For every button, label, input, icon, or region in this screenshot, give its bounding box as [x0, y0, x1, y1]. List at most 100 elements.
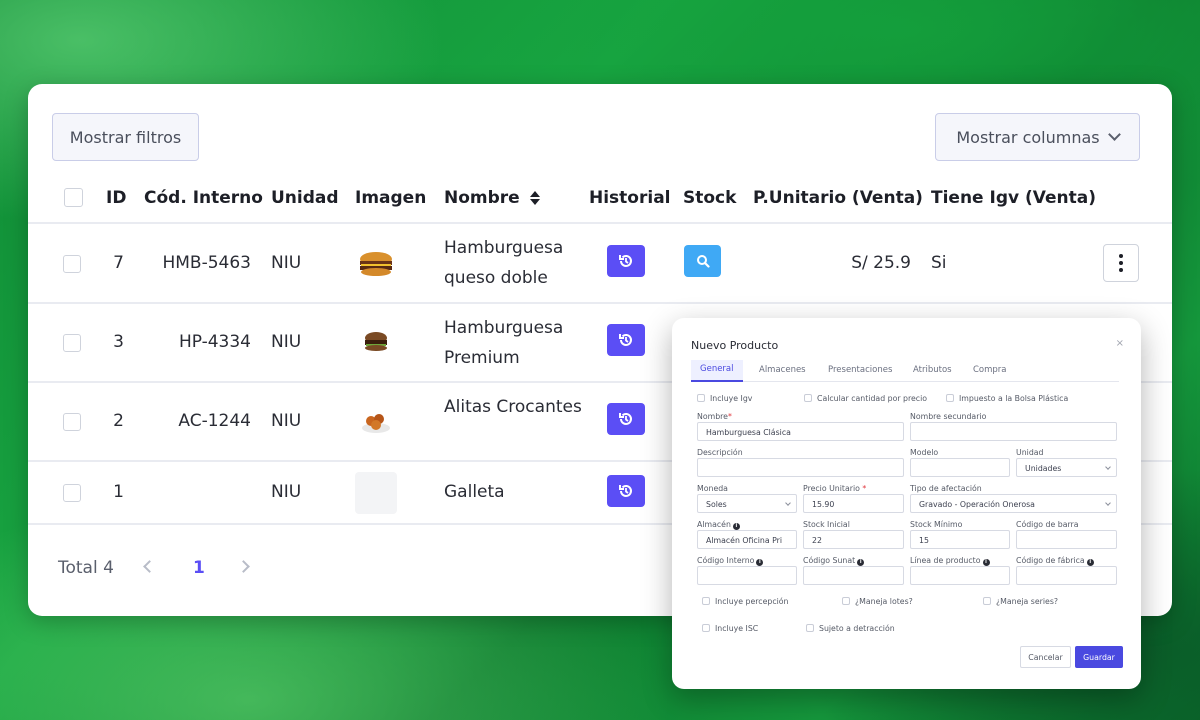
unidad-select[interactable]: Unidades: [1016, 458, 1117, 477]
moneda-select[interactable]: Soles: [697, 494, 797, 513]
history-icon: [619, 484, 632, 497]
row-name: Galleta: [444, 482, 505, 502]
codigo-fabrica-label: Código de fábrica i: [1016, 556, 1094, 566]
codigo-fabrica-input[interactable]: [1016, 566, 1117, 585]
info-icon: i: [982, 559, 990, 566]
stock-inicial-label: Stock Inicial: [803, 520, 850, 529]
nombre-input[interactable]: Hamburguesa Clásica: [697, 422, 904, 441]
row-checkbox[interactable]: [63, 413, 81, 431]
tab-compra[interactable]: Compra: [973, 365, 1007, 375]
row-id: 7: [113, 253, 124, 273]
almacen-label: Almacén i: [697, 520, 740, 530]
more-options-button[interactable]: [1103, 244, 1139, 282]
tab-almacenes[interactable]: Almacenes: [759, 365, 806, 375]
calc-cantidad-label: Calcular cantidad por precio: [817, 394, 928, 403]
header-name-sortable[interactable]: Nombre: [444, 188, 540, 208]
new-product-modal: Nuevo Producto × General Almacenes Prese…: [672, 318, 1141, 689]
show-filters-button[interactable]: Mostrar filtros: [52, 113, 199, 161]
row-checkbox[interactable]: [63, 334, 81, 352]
lotes-checkbox[interactable]: [842, 597, 850, 605]
show-filters-label: Mostrar filtros: [69, 127, 182, 147]
precio-input[interactable]: 15.90: [803, 494, 904, 513]
table-row[interactable]: 7 HMB-5463 NIU Hamburguesa queso doble S…: [28, 224, 1172, 304]
linea-producto-input[interactable]: [910, 566, 1010, 585]
history-button[interactable]: [607, 475, 645, 507]
history-icon: [619, 412, 632, 425]
table-header: ID Cód. Interno Unidad Imagen Nombre His…: [28, 172, 1172, 224]
row-name: Hamburguesa Premium: [444, 318, 564, 368]
header-unit[interactable]: Unidad: [271, 188, 339, 208]
save-button[interactable]: Guardar: [1075, 646, 1123, 668]
series-label: ¿Maneja series?: [996, 597, 1059, 606]
modelo-input[interactable]: [910, 458, 1010, 477]
header-name: Nombre: [444, 188, 520, 208]
codigo-barra-input[interactable]: [1016, 530, 1117, 549]
history-button[interactable]: [607, 324, 645, 356]
row-code: HP-4334: [178, 332, 251, 352]
almacen-select[interactable]: Almacén Oficina Pri: [697, 530, 797, 549]
afectacion-select[interactable]: Gravado - Operación Onerosa: [910, 494, 1117, 513]
header-igv[interactable]: Tiene Igv (Venta): [931, 188, 1096, 208]
unidad-label: Unidad: [1016, 448, 1044, 457]
row-checkbox[interactable]: [63, 484, 81, 502]
header-stock[interactable]: Stock: [683, 188, 736, 208]
total-count: Total 4: [58, 558, 114, 578]
descripcion-label: Descripción: [697, 448, 743, 457]
select-all-checkbox[interactable]: [64, 188, 83, 207]
bolsa-plastica-label: Impuesto a la Bolsa Plástica: [959, 394, 1069, 403]
tab-general[interactable]: General: [691, 360, 743, 382]
header-internal-code[interactable]: Cód. Interno: [144, 188, 263, 208]
chevron-down-icon: [785, 500, 791, 506]
codigo-sunat-label: Código Sunat i: [803, 556, 865, 566]
moneda-label: Moneda: [697, 484, 728, 493]
modal-title: Nuevo Producto: [691, 339, 779, 352]
descripcion-input[interactable]: [697, 458, 904, 477]
header-unit-price[interactable]: P.Unitario (Venta): [753, 188, 923, 208]
calc-cantidad-checkbox[interactable]: [804, 394, 812, 402]
row-unit: NIU: [271, 253, 302, 273]
chevron-down-icon: [1105, 500, 1111, 506]
history-icon: [619, 254, 632, 267]
row-unit: NIU: [271, 332, 302, 352]
tab-presentaciones[interactable]: Presentaciones: [828, 365, 892, 375]
row-id: 2: [113, 411, 124, 431]
codigo-interno-input[interactable]: [697, 566, 797, 585]
close-icon[interactable]: ×: [1116, 338, 1124, 349]
bolsa-plastica-checkbox[interactable]: [946, 394, 954, 402]
header-history[interactable]: Historial: [589, 188, 671, 208]
isc-checkbox[interactable]: [702, 624, 710, 632]
cancel-button[interactable]: Cancelar: [1020, 646, 1071, 668]
incluye-igv-checkbox[interactable]: [697, 394, 705, 402]
row-price: S/ 25.9: [851, 253, 911, 273]
detraccion-label: Sujeto a detracción: [819, 624, 895, 633]
tab-atributos[interactable]: Atributos: [913, 365, 952, 375]
stock-minimo-input[interactable]: 15: [910, 530, 1010, 549]
isc-label: Incluye ISC: [715, 624, 759, 633]
percepcion-checkbox[interactable]: [702, 597, 710, 605]
search-icon: [696, 255, 710, 268]
product-image-placeholder: [355, 472, 397, 514]
header-image[interactable]: Imagen: [355, 188, 426, 208]
series-checkbox[interactable]: [983, 597, 991, 605]
row-unit: NIU: [271, 411, 302, 431]
nombre-secundario-input[interactable]: [910, 422, 1117, 441]
show-columns-label: Mostrar columnas: [956, 127, 1100, 147]
detraccion-checkbox[interactable]: [806, 624, 814, 632]
row-id: 1: [113, 482, 124, 502]
page-number[interactable]: 1: [193, 558, 205, 578]
chevron-left-icon[interactable]: [143, 560, 156, 573]
history-button[interactable]: [607, 245, 645, 277]
row-checkbox[interactable]: [63, 255, 81, 273]
show-columns-button[interactable]: Mostrar columnas: [935, 113, 1140, 161]
history-button[interactable]: [607, 403, 645, 435]
info-icon: i: [756, 559, 764, 566]
chevron-right-icon[interactable]: [237, 560, 250, 573]
header-id[interactable]: ID: [106, 188, 126, 208]
sort-icon[interactable]: [529, 191, 540, 205]
modal-tabs: General Almacenes Presentaciones Atribut…: [691, 360, 1119, 382]
stock-inicial-input[interactable]: 22: [803, 530, 904, 549]
modelo-label: Modelo: [910, 448, 939, 457]
codigo-sunat-input[interactable]: [803, 566, 904, 585]
row-name: Hamburguesa queso doble: [444, 238, 564, 288]
stock-search-button[interactable]: [684, 245, 721, 277]
